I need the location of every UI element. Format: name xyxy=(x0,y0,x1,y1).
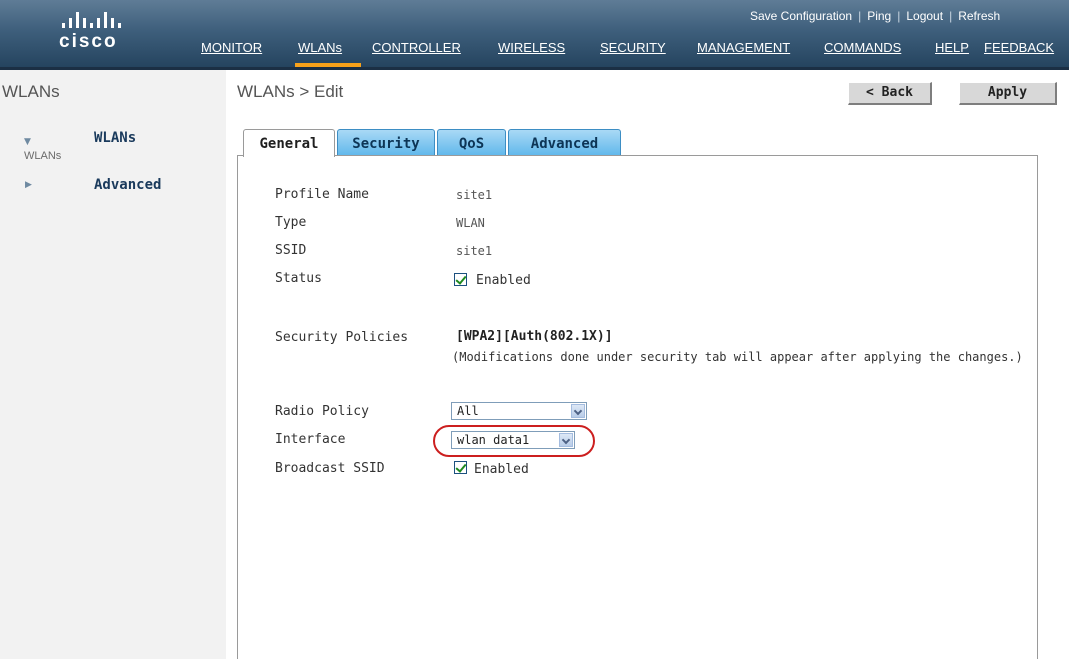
tab-general[interactable]: General xyxy=(243,129,335,157)
tab-advanced[interactable]: Advanced xyxy=(508,129,621,157)
menu-help[interactable]: HELP xyxy=(935,40,969,55)
utility-separator: | xyxy=(858,9,862,23)
security-policies-label: Security Policies xyxy=(275,330,409,345)
menu-wireless[interactable]: WIRELESS xyxy=(498,40,565,55)
radio-policy-label: Radio Policy xyxy=(275,404,369,419)
sidebar-item-advanced[interactable]: Advanced xyxy=(94,177,161,193)
top-header: cisco Save Configuration | Ping | Logout | Ref… xyxy=(0,0,1069,67)
broadcast-ssid-label: Broadcast SSID xyxy=(275,461,385,476)
menu-feedback[interactable]: FEEDBACK xyxy=(984,40,1054,55)
triangle-down-icon[interactable]: ▼ xyxy=(24,137,31,147)
menu-wlans[interactable]: WLANs xyxy=(298,40,342,55)
ssid-label: SSID xyxy=(275,243,307,258)
menu-commands[interactable]: COMMANDS xyxy=(824,40,901,55)
radio-policy-select[interactable]: All xyxy=(451,402,587,420)
sidebar-subitem-wlans[interactable]: WLANs xyxy=(24,150,61,162)
broadcast-ssid-enabled-label: Enabled xyxy=(474,462,529,477)
ping-link[interactable]: Ping xyxy=(867,9,891,23)
interface-highlight-annotation xyxy=(433,425,595,457)
radio-policy-selected: All xyxy=(457,404,479,418)
menu-monitor[interactable]: MONITOR xyxy=(201,40,262,55)
utility-separator: | xyxy=(949,9,953,23)
type-value: WLAN xyxy=(456,216,485,230)
menu-management[interactable]: MANAGEMENT xyxy=(697,40,790,55)
ssid-value: site1 xyxy=(456,244,493,258)
utility-separator: | xyxy=(897,9,901,23)
broadcast-ssid-checkbox[interactable] xyxy=(454,461,467,474)
utility-links: Save Configuration | Ping | Logout | Refresh xyxy=(750,9,1000,23)
logout-link[interactable]: Logout xyxy=(906,9,943,23)
status-enabled-checkbox[interactable] xyxy=(454,273,467,286)
back-button[interactable]: < Back xyxy=(848,82,932,105)
chevron-down-icon[interactable] xyxy=(571,404,585,418)
status-label: Status xyxy=(275,271,322,286)
breadcrumb: WLANs > Edit xyxy=(237,82,344,101)
cisco-wordmark: cisco xyxy=(59,31,118,52)
save-configuration-link[interactable]: Save Configuration xyxy=(750,9,852,23)
cisco-logo-bars-icon xyxy=(59,12,169,28)
triangle-right-icon[interactable]: ▶ xyxy=(25,180,32,190)
apply-button[interactable]: Apply xyxy=(959,82,1057,105)
sidebar-item-wlans[interactable]: WLANs xyxy=(94,130,136,146)
tab-qos[interactable]: QoS xyxy=(437,129,506,157)
type-label: Type xyxy=(275,215,307,230)
interface-label: Interface xyxy=(275,432,346,447)
profile-name-value: site1 xyxy=(456,188,493,202)
tab-security[interactable]: Security xyxy=(337,129,435,157)
sidebar-title: WLANs xyxy=(2,82,60,101)
menu-security[interactable]: SECURITY xyxy=(600,40,666,55)
status-enabled-label: Enabled xyxy=(476,273,531,288)
profile-name-label: Profile Name xyxy=(275,187,369,202)
cisco-logo: cisco xyxy=(59,12,169,52)
security-policies-value: [WPA2][Auth(802.1X)] xyxy=(456,329,613,344)
refresh-link[interactable]: Refresh xyxy=(958,9,1000,23)
sidebar: WLANs ▼ WLANs WLANs ▶ Advanced xyxy=(0,70,226,659)
menu-controller[interactable]: CONTROLLER xyxy=(372,40,461,55)
security-policies-note: (Modifications done under security tab w… xyxy=(452,350,1023,364)
